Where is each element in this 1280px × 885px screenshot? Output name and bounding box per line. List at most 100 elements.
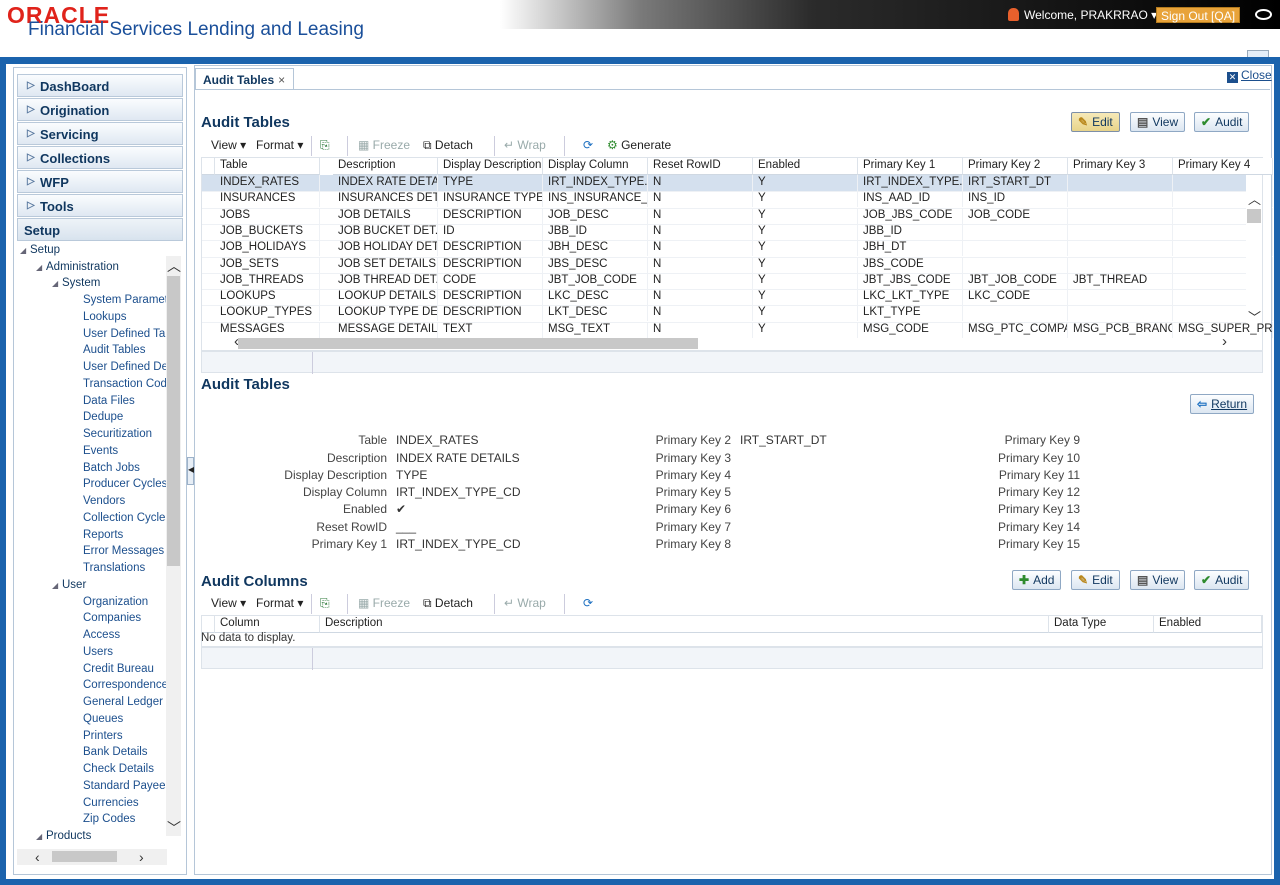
scroll-left-icon[interactable]: ‹ [35, 849, 40, 865]
table-cell[interactable]: LKC_LKT_TYPE [858, 289, 963, 306]
view-menu[interactable]: View ▾ [211, 596, 246, 610]
tree-item-user-defined-tables[interactable]: User Defined Tables [83, 328, 167, 340]
table-cell[interactable]: JOB DETAILS [333, 207, 438, 224]
table-cell[interactable]: N [648, 305, 753, 322]
accordion-origination[interactable]: ▷ Origination [17, 98, 183, 121]
column-header[interactable]: Primary Key 2 [963, 158, 1068, 175]
table-cell[interactable]: INSURANCES [215, 191, 320, 208]
table-cell[interactable]: JOB_CODE [963, 207, 1068, 224]
tree-item-producer-cycles[interactable]: Producer Cycles [83, 478, 167, 490]
view-menu[interactable]: View ▾ [211, 138, 246, 152]
tree-item-data-files[interactable]: Data Files [83, 395, 135, 407]
table-cell[interactable]: MSG_CODE [858, 321, 963, 338]
table-cell[interactable]: LKT_DESC [543, 305, 648, 322]
table-cell[interactable]: INDEX RATE DETA... [333, 175, 438, 191]
table-cell[interactable]: JOB HOLIDAY DET... [333, 240, 438, 257]
audit-button[interactable]: ✔ Audit [1194, 112, 1250, 132]
user-menu[interactable]: Welcome, PRAKRRAO ▾ [1008, 8, 1157, 22]
table-cell[interactable]: JOB_SETS [215, 256, 320, 273]
tree-item-zip-codes[interactable]: Zip Codes [83, 813, 135, 825]
column-header[interactable]: Primary Key 1 [858, 158, 963, 175]
table-cell[interactable]: Y [753, 207, 858, 224]
table-cell[interactable]: INS_INSURANCE_... [543, 191, 648, 208]
table-cell[interactable]: JOB_DESC [543, 207, 648, 224]
table-cell[interactable]: Y [753, 223, 858, 240]
format-menu[interactable]: Format ▾ [256, 596, 303, 610]
audit-button[interactable]: ✔ Audit [1194, 570, 1250, 590]
column-header[interactable]: Description [320, 616, 1049, 633]
tree-node-system[interactable]: ◢ System [52, 277, 100, 289]
table-cell[interactable]: JOB_BUCKETS [215, 223, 320, 240]
table-cell[interactable]: DESCRIPTION [438, 207, 543, 224]
table-cell[interactable] [1068, 175, 1173, 191]
table-cell[interactable]: Y [753, 256, 858, 273]
table-cell[interactable]: Y [753, 272, 858, 289]
table-cell[interactable]: DESCRIPTION [438, 289, 543, 306]
table-cell[interactable]: JBT_JOB_CODE [963, 272, 1068, 289]
table-cell[interactable] [1173, 240, 1273, 257]
table-cell[interactable] [1068, 289, 1173, 306]
table-cell[interactable]: IRT_INDEX_TYPE... [858, 175, 963, 191]
table-row[interactable]: JOB_THREADS JOB THREAD DET... CODE JBT_JOB_… [202, 272, 1273, 289]
table-cell[interactable] [1068, 256, 1173, 273]
tree-item-printers[interactable]: Printers [83, 730, 123, 742]
table-cell[interactable]: INSURANCE TYPE [438, 191, 543, 208]
tree-item-organization[interactable]: Organization [83, 596, 148, 608]
table-cell[interactable]: N [648, 240, 753, 257]
sign-out-button[interactable]: Sign Out [QA] [1156, 7, 1241, 23]
table-cell[interactable] [1173, 256, 1273, 273]
table-row[interactable]: JOBS JOB DETAILS DESCRIPTION JOB_DESC N Y JOB_… [202, 207, 1273, 224]
tree-item-transaction-codes[interactable]: Transaction Codes [83, 378, 167, 390]
scroll-thumb[interactable] [52, 851, 117, 862]
table-cell[interactable]: LOOKUP DETAILS [333, 289, 438, 306]
column-header[interactable]: Display Description [438, 158, 543, 175]
tree-node-user[interactable]: ◢ User [52, 579, 86, 591]
table-cell[interactable]: LKC_CODE [963, 289, 1068, 306]
wrap-button[interactable]: ↵ Wrap [504, 596, 546, 610]
table-cell[interactable]: N [648, 207, 753, 224]
table-cell[interactable]: IRT_START_DT [963, 175, 1068, 191]
tree-item-user-defined-defaults[interactable]: User Defined Defaults [83, 361, 167, 373]
column-header[interactable]: Description [333, 158, 438, 175]
table-cell[interactable]: JBS_CODE [858, 256, 963, 273]
tab-audit-tables[interactable]: Audit Tables × [195, 68, 295, 90]
table-cell[interactable] [1068, 240, 1173, 257]
global-circle-icon[interactable] [1255, 9, 1272, 20]
freeze-button[interactable]: ▦ Freeze [358, 596, 410, 610]
table-cell[interactable]: JBH_DESC [543, 240, 648, 257]
tree-item-reports[interactable]: Reports [83, 529, 123, 541]
table-cell[interactable] [1173, 207, 1273, 224]
table-cell[interactable]: Y [753, 321, 858, 338]
table-cell[interactable]: N [648, 191, 753, 208]
tree-item-lookups[interactable]: Lookups [83, 311, 126, 323]
export-icon[interactable]: ⎘ [320, 138, 330, 153]
tree-item-correspondence[interactable]: Correspondence [83, 679, 167, 691]
tree-item-dedupe[interactable]: Dedupe [83, 411, 123, 423]
table-cell[interactable]: INS_AAD_ID [858, 191, 963, 208]
tree-item-bank-details[interactable]: Bank Details [83, 746, 148, 758]
table-row[interactable]: JOB_HOLIDAYS JOB HOLIDAY DET... DESCRIPTIO… [202, 240, 1273, 257]
view-button[interactable]: ▤ View [1130, 112, 1186, 132]
table-cell[interactable]: JBT_JBS_CODE [858, 272, 963, 289]
table-cell[interactable] [963, 305, 1068, 322]
table-cell[interactable] [1173, 289, 1273, 306]
table-cell[interactable]: JOB SET DETAILS [333, 256, 438, 273]
tree-item-system-parameters[interactable]: System Parameters [83, 294, 167, 306]
tree-item-vendors[interactable]: Vendors [83, 495, 125, 507]
table-row[interactable]: JOB_BUCKETS JOB BUCKET DET... ID JBB_ID N Y JB… [202, 223, 1273, 240]
edit-button[interactable]: ✎ Edit [1071, 570, 1120, 590]
column-header[interactable]: Primary Key 4 [1173, 158, 1273, 175]
refresh-icon[interactable]: ⟳ [583, 596, 593, 610]
return-button[interactable]: ⇦ Return [1190, 394, 1255, 414]
edit-button[interactable]: ✎ Edit [1071, 112, 1120, 132]
table-cell[interactable]: Y [753, 240, 858, 257]
table-cell[interactable]: INSURANCES DET... [333, 191, 438, 208]
table-cell[interactable]: JOB_HOLIDAYS [215, 240, 320, 257]
column-header[interactable]: Table [215, 158, 320, 175]
grid-horizontal-scrollbar[interactable]: ‹ › [220, 333, 1244, 350]
tree-item-error-messages[interactable]: Error Messages [83, 545, 164, 557]
accordion-collections[interactable]: ▷ Collections [17, 146, 183, 169]
table-cell[interactable] [963, 240, 1068, 257]
table-cell[interactable]: Y [753, 305, 858, 322]
tab-close-icon[interactable]: × [278, 73, 285, 87]
